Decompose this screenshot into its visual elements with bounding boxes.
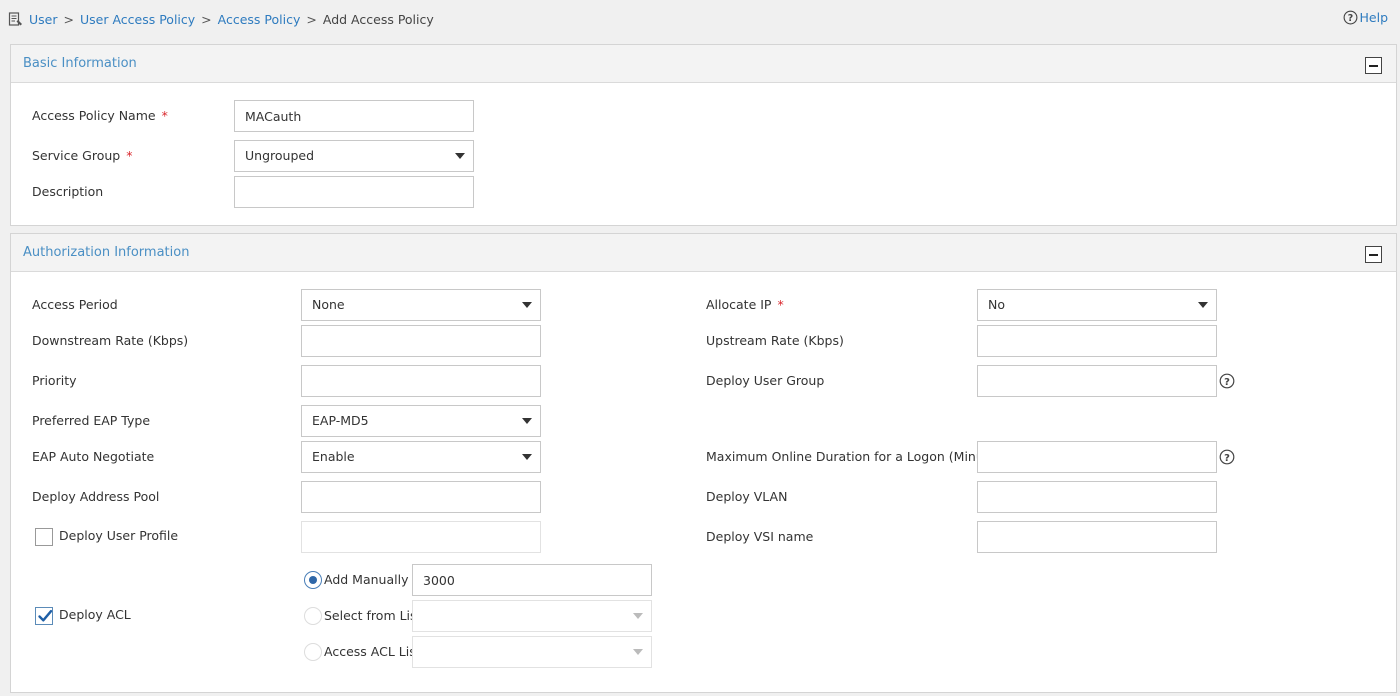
collapse-icon[interactable] [1365, 246, 1382, 263]
basic-information-panel: Basic Information Access Policy Name* Se… [10, 44, 1397, 226]
upstream-rate-input[interactable] [977, 325, 1217, 357]
priority-input[interactable] [301, 365, 541, 397]
breadcrumb-menu-icon [8, 12, 22, 26]
priority-label: Priority [32, 373, 77, 388]
svg-text:?: ? [1347, 13, 1352, 24]
basic-information-title: Basic Information [23, 56, 137, 71]
acl-select-from-list-radio[interactable] [304, 607, 322, 625]
help-label: Help [1359, 10, 1389, 25]
allocate-ip-value: No [988, 297, 1005, 312]
deploy-acl-checkbox[interactable] [35, 607, 53, 625]
authorization-information-title: Authorization Information [23, 245, 190, 260]
question-icon[interactable]: ? [1219, 449, 1235, 465]
eap-type-select[interactable]: EAP-MD5 [301, 405, 541, 437]
eap-negotiate-select[interactable]: Enable [301, 441, 541, 473]
breadcrumb: User > User Access Policy > Access Polic… [8, 9, 434, 29]
service-group-value: Ungrouped [245, 148, 315, 163]
acl-select-from-list-select[interactable] [412, 600, 652, 632]
downstream-rate-label: Downstream Rate (Kbps) [32, 333, 189, 348]
required-marker: * [161, 108, 168, 123]
description-label: Description [32, 184, 104, 199]
deploy-vlan-label: Deploy VLAN [706, 489, 788, 504]
chevron-down-icon [633, 649, 643, 655]
chevron-down-icon [522, 454, 532, 460]
deploy-vsi-input[interactable] [977, 521, 1217, 553]
description-input[interactable] [234, 176, 474, 208]
deploy-user-group-label: Deploy User Group [706, 373, 825, 388]
chevron-down-icon [455, 153, 465, 159]
svg-text:?: ? [1224, 453, 1230, 464]
acl-access-list-select[interactable] [412, 636, 652, 668]
access-period-select[interactable]: None [301, 289, 541, 321]
breadcrumb-access-policy[interactable]: Access Policy [218, 12, 301, 27]
help-icon: ? [1343, 10, 1357, 25]
eap-type-value: EAP-MD5 [312, 413, 369, 428]
deploy-acl-label: Deploy ACL [59, 607, 131, 622]
chevron-down-icon [522, 302, 532, 308]
authorization-information-header: Authorization Information [11, 234, 1396, 272]
required-marker: * [777, 297, 784, 312]
deploy-user-profile-checkbox[interactable] [35, 528, 53, 546]
eap-negotiate-label: EAP Auto Negotiate [32, 449, 155, 464]
breadcrumb-current: Add Access Policy [322, 11, 434, 27]
downstream-rate-input[interactable] [301, 325, 541, 357]
breadcrumb-separator: > [306, 11, 317, 27]
deploy-vsi-label: Deploy VSI name [706, 529, 814, 544]
chevron-down-icon [522, 418, 532, 424]
checkmark-icon [38, 610, 53, 622]
breadcrumb-user[interactable]: User [29, 12, 58, 27]
user-profile-input[interactable] [301, 521, 541, 553]
breadcrumb-separator: > [63, 11, 74, 27]
svg-text:?: ? [1224, 377, 1230, 388]
policy-name-label: Access Policy Name * [32, 108, 168, 123]
chevron-down-icon [633, 613, 643, 619]
acl-add-manually-radio[interactable] [304, 571, 322, 589]
max-online-label: Maximum Online Duration for a Logon (Min… [706, 449, 1008, 464]
basic-information-header: Basic Information [11, 45, 1396, 83]
deploy-vlan-input[interactable] [977, 481, 1217, 513]
deploy-user-group-input[interactable] [977, 365, 1217, 397]
breadcrumb-user-access-policy[interactable]: User Access Policy [80, 12, 195, 27]
max-online-input[interactable] [977, 441, 1217, 473]
service-group-label: Service Group * [32, 148, 133, 163]
acl-manual-input[interactable] [412, 564, 652, 596]
access-period-value: None [312, 297, 345, 312]
service-group-select[interactable]: Ungrouped [234, 140, 474, 172]
acl-access-list-label: Access ACL List [324, 644, 421, 659]
help-link[interactable]: ? Help [1343, 10, 1389, 25]
question-icon[interactable]: ? [1219, 373, 1235, 389]
eap-negotiate-value: Enable [312, 449, 355, 464]
address-pool-input[interactable] [301, 481, 541, 513]
allocate-ip-select[interactable]: No [977, 289, 1217, 321]
upstream-rate-label: Upstream Rate (Kbps) [706, 333, 844, 348]
acl-add-manually-label: Add Manually [324, 572, 409, 587]
required-marker: * [126, 148, 133, 163]
address-pool-label: Deploy Address Pool [32, 489, 160, 504]
deploy-user-profile-label: Deploy User Profile [59, 528, 179, 543]
acl-select-from-list-label: Select from List [324, 608, 422, 623]
chevron-down-icon [1198, 302, 1208, 308]
authorization-information-panel: Authorization Information Access Period … [10, 233, 1397, 693]
collapse-icon[interactable] [1365, 57, 1382, 74]
eap-type-label: Preferred EAP Type [32, 413, 151, 428]
allocate-ip-label: Allocate IP * [706, 297, 784, 312]
policy-name-input[interactable] [234, 100, 474, 132]
acl-access-list-radio[interactable] [304, 643, 322, 661]
breadcrumb-separator: > [201, 11, 212, 27]
access-period-label: Access Period [32, 297, 118, 312]
